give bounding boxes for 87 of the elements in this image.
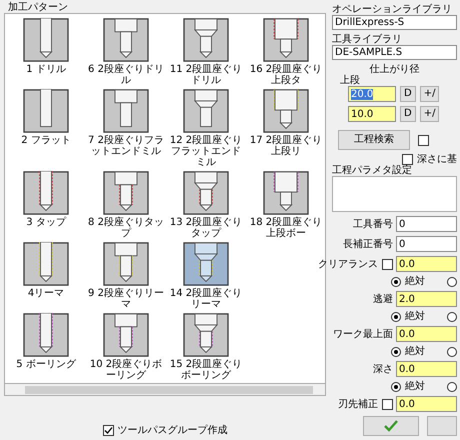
field-label: 工具ライブラリ xyxy=(332,34,403,46)
ok-button[interactable] xyxy=(363,416,419,436)
hole-pattern-drawing[interactable] xyxy=(103,18,149,62)
field-label: 工具番号 xyxy=(353,218,393,230)
parameter-field[interactable]: 0.0 xyxy=(396,396,457,412)
radio-button[interactable] xyxy=(391,276,401,286)
pattern-label: 2 フラット xyxy=(21,135,71,146)
hole-pattern-drawing[interactable] xyxy=(183,18,229,62)
radio-label[interactable]: 絶対 xyxy=(405,311,425,322)
search-button[interactable]: 工程検索 xyxy=(338,130,410,150)
pattern-label: 7 2段座ぐりフラットエンドミル xyxy=(87,135,165,157)
pattern-label: 15 2段皿座ぐりボーリング xyxy=(168,359,244,381)
radio-label[interactable]: 絶対 xyxy=(405,276,425,287)
pattern-label: 12 2段皿座ぐりフラットエンドミル xyxy=(168,135,244,168)
hole-pattern-drawing[interactable] xyxy=(183,89,229,133)
parameter-field[interactable]: 0 xyxy=(396,236,457,252)
library-field[interactable]: DrillExpress-S xyxy=(332,15,457,30)
group-title: 加工パターン xyxy=(8,2,69,13)
pattern-label: 6 2段座ぐりドリル xyxy=(87,64,165,86)
pattern-label: 11 2段皿座ぐりドリル xyxy=(168,64,244,86)
horizontal-scrollbar[interactable] xyxy=(4,384,326,396)
d-button[interactable]: D xyxy=(400,106,416,122)
pattern-label: 16 2段皿座ぐり上段タ xyxy=(248,64,324,86)
parameter-field[interactable]: 0 xyxy=(396,216,457,232)
field-label: オペレーションライブラリ xyxy=(332,4,453,15)
hole-pattern-drawing[interactable] xyxy=(103,313,149,357)
radio-label[interactable]: 絶対 xyxy=(405,381,425,392)
parameter-field[interactable]: 2.0 xyxy=(396,291,457,307)
field-label: 逃避 xyxy=(373,294,393,304)
pattern-label: 4リーマ xyxy=(28,288,64,299)
pattern-label: 8 2段座ぐりタップ xyxy=(87,217,165,239)
pattern-label: 13 2段皿座ぐりタップ xyxy=(168,217,244,239)
radio-button[interactable] xyxy=(391,312,401,322)
radio-button[interactable] xyxy=(391,382,401,392)
hole-pattern-drawing[interactable] xyxy=(23,242,69,286)
hole-pattern-drawing[interactable] xyxy=(183,171,229,215)
hole-pattern-drawing[interactable] xyxy=(23,18,69,62)
group-label: 上段 xyxy=(340,75,361,86)
parameter-field[interactable]: 0.0 xyxy=(396,361,457,377)
hole-pattern-drawing[interactable] xyxy=(103,171,149,215)
hole-pattern-drawing[interactable] xyxy=(183,313,229,357)
section-title: 工程パラメタ設定 xyxy=(332,165,413,176)
checkbox[interactable] xyxy=(382,258,393,270)
checkbox[interactable] xyxy=(102,425,114,436)
tolerance-button[interactable]: +/ xyxy=(420,86,440,102)
diameter-field[interactable]: 10.0 xyxy=(348,106,396,122)
hole-pattern-drawing[interactable] xyxy=(23,171,69,215)
radio-button[interactable] xyxy=(391,346,401,356)
pattern-label: 10 2段座ぐりボーリング xyxy=(88,359,164,381)
field-label: 刃先補正 xyxy=(338,398,378,410)
hole-pattern-drawing[interactable] xyxy=(263,171,309,215)
checkbox-label[interactable]: 深さに基 xyxy=(417,154,457,166)
field-label: 長補正番号 xyxy=(343,238,393,250)
hole-pattern-drawing[interactable] xyxy=(23,89,69,133)
pattern-label: 3 タップ xyxy=(26,217,66,228)
parameter-field[interactable]: 0.0 xyxy=(396,326,457,342)
check-icon xyxy=(384,420,398,432)
field-label: クリアランス xyxy=(318,258,378,270)
hole-pattern-drawing[interactable] xyxy=(263,18,309,62)
field-label: ワーク最上面 xyxy=(333,328,393,340)
hole-pattern-drawing[interactable] xyxy=(183,242,229,286)
checkbox[interactable] xyxy=(402,154,413,166)
library-field[interactable]: DE-SAMPLE.S xyxy=(332,45,457,60)
pattern-label: 1 ドリル xyxy=(26,64,66,75)
parameter-field[interactable]: 0.0 xyxy=(396,256,457,272)
pattern-label: 5 ボーリング xyxy=(16,359,76,370)
d-button[interactable]: D xyxy=(400,86,416,102)
radio-button[interactable] xyxy=(447,382,457,392)
section-title: 仕上がり径 xyxy=(368,64,420,76)
hole-pattern-drawing[interactable] xyxy=(263,89,309,133)
radio-button[interactable] xyxy=(447,312,457,322)
tolerance-button[interactable]: +/ xyxy=(420,106,440,122)
pattern-label: 14 2段皿座ぐりリーマ xyxy=(168,288,244,310)
diameter-field[interactable]: 20.0 xyxy=(348,86,396,102)
pattern-label: 9 2段座ぐりリーマ xyxy=(87,288,165,310)
checkbox-label[interactable]: ツールパスグループ作成 xyxy=(118,425,228,436)
hole-pattern-drawing[interactable] xyxy=(103,89,149,133)
checkbox[interactable] xyxy=(418,134,429,146)
radio-button[interactable] xyxy=(447,346,457,356)
checkbox[interactable] xyxy=(382,398,393,410)
radio-button[interactable] xyxy=(447,276,457,286)
field-label: 深さ xyxy=(373,364,393,374)
hole-pattern-drawing[interactable] xyxy=(103,242,149,286)
radio-label[interactable]: 絶対 xyxy=(405,346,425,357)
pattern-label: 17 2段皿座ぐり上段リ xyxy=(248,135,324,157)
hole-pattern-drawing[interactable] xyxy=(23,313,69,357)
pattern-label: 18 2段皿座ぐり上段ボー xyxy=(248,217,324,239)
